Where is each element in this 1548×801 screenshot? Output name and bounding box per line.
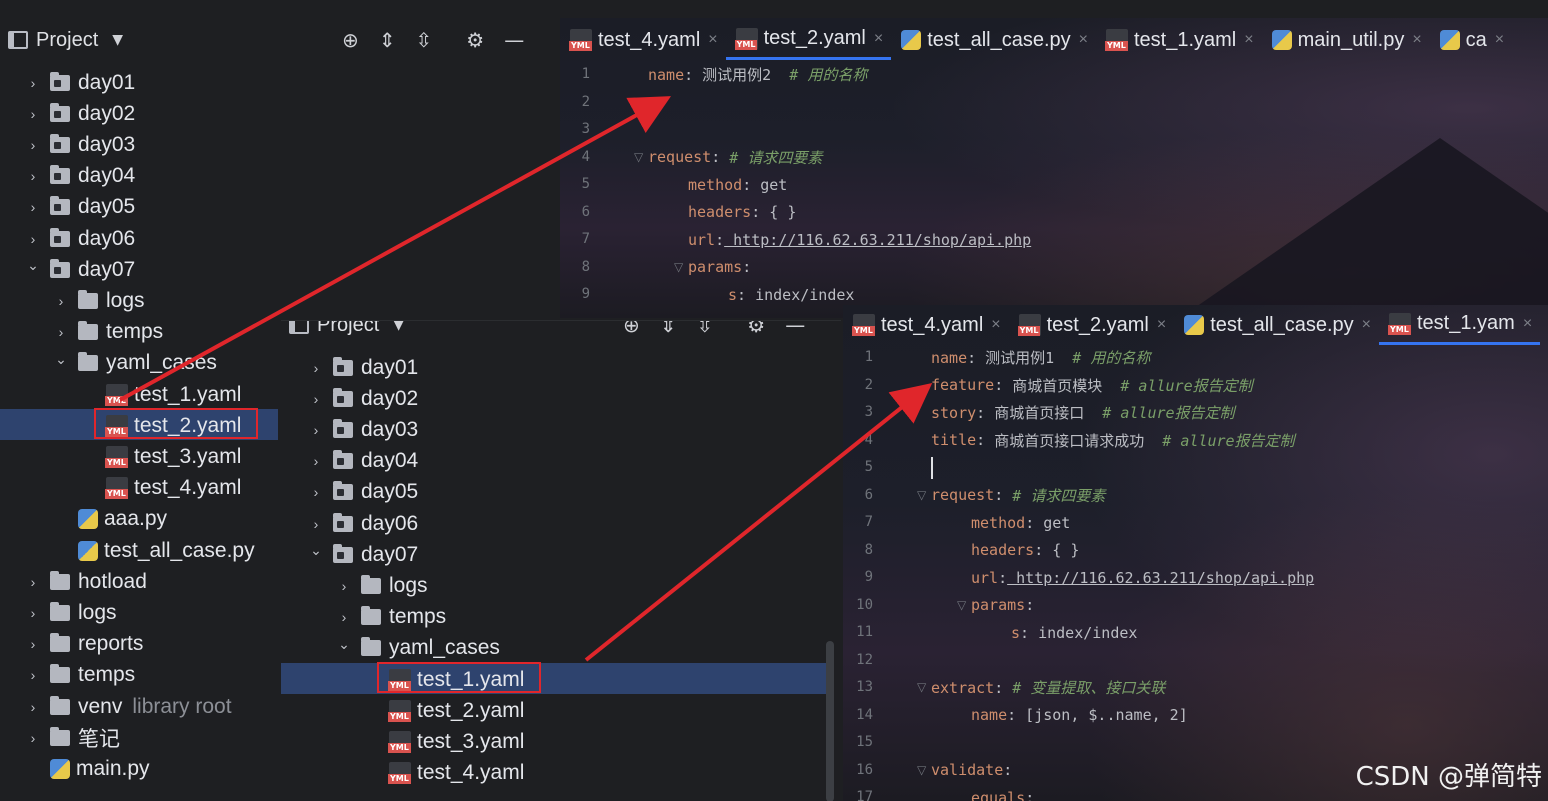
- arrow-test1-to-feature: [584, 383, 933, 662]
- annotation-arrows: [119, 96, 933, 662]
- watermark: CSDN @弹简特: [1355, 762, 1542, 792]
- arrow-test2-to-name: [119, 96, 672, 402]
